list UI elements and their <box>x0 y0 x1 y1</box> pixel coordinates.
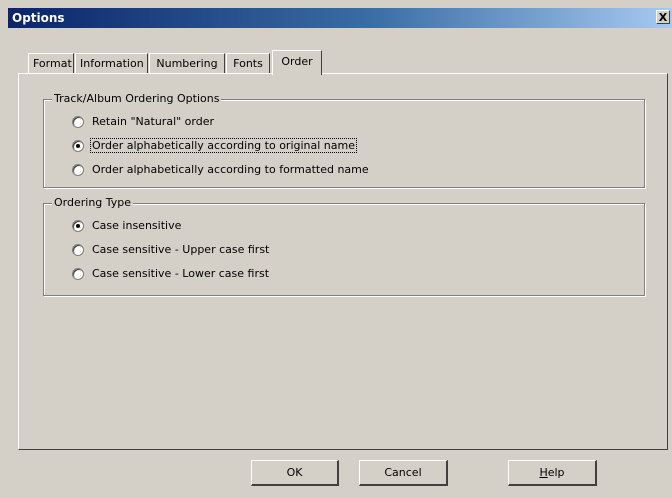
ordering-type-group: Ordering Type Case insensitive Case sens… <box>43 196 645 296</box>
tab-numbering-label: Numbering <box>156 57 218 70</box>
radio-retain-natural-order-indicator[interactable] <box>72 116 84 128</box>
cancel-button[interactable]: Cancel <box>359 460 448 486</box>
radio-case-insensitive-label: Case insensitive <box>92 219 182 232</box>
radio-case-sensitive-upper-first-label: Case sensitive - Upper case first <box>92 243 270 256</box>
tab-order[interactable]: Order <box>272 50 322 75</box>
radio-retain-natural-order-label: Retain "Natural" order <box>92 115 215 128</box>
tab-numbering[interactable]: Numbering <box>149 53 225 74</box>
radio-order-by-original-name-indicator[interactable] <box>72 140 84 152</box>
close-button[interactable]: X <box>656 10 670 24</box>
radio-order-by-formatted-name-indicator[interactable] <box>72 164 84 176</box>
window-title: Options <box>12 11 65 25</box>
radio-order-by-original-name-label: Order alphabetically according to origin… <box>89 138 358 153</box>
radio-case-sensitive-upper-first-indicator[interactable] <box>72 244 84 256</box>
ok-button[interactable]: OK <box>251 460 339 486</box>
tab-format[interactable]: Format <box>28 53 74 74</box>
radio-case-sensitive-lower-first-indicator[interactable] <box>72 268 84 280</box>
tab-order-label: Order <box>281 55 313 68</box>
help-button-accelerator: H <box>539 466 548 479</box>
tab-fonts-label: Fonts <box>233 57 263 70</box>
help-button[interactable]: Help <box>508 460 597 486</box>
help-button-label: elp <box>547 466 565 479</box>
tab-panel-order: Track/Album Ordering Options Retain "Nat… <box>18 73 668 450</box>
cancel-button-label: Cancel <box>384 466 422 479</box>
ok-button-label: OK <box>286 466 303 479</box>
track-album-ordering-group: Track/Album Ordering Options Retain "Nat… <box>43 92 645 188</box>
tab-information-label: Information <box>80 57 144 70</box>
tab-information[interactable]: Information <box>75 53 148 74</box>
track-album-ordering-group-label: Track/Album Ordering Options <box>52 92 222 105</box>
radio-case-insensitive-indicator[interactable] <box>72 220 84 232</box>
title-bar: Options X <box>8 8 672 28</box>
radio-order-by-formatted-name-label: Order alphabetically according to format… <box>92 163 369 176</box>
tab-format-label: Format <box>33 57 72 70</box>
ordering-type-group-label: Ordering Type <box>52 196 134 209</box>
radio-case-sensitive-lower-first-label: Case sensitive - Lower case first <box>92 267 270 280</box>
tab-fonts[interactable]: Fonts <box>226 53 270 74</box>
